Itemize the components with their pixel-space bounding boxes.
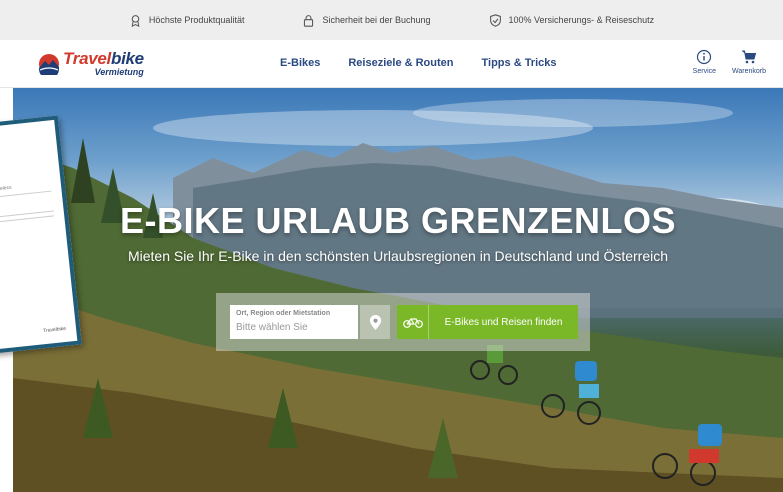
locate-button[interactable]: [360, 305, 390, 339]
cart-label: Warenkorb: [732, 68, 766, 75]
trust-item-security: Sicherheit bei der Buchung: [302, 14, 431, 27]
search-panel: Ort, Region oder Mietstation E-Bikes und…: [216, 293, 590, 351]
trust-label-insurance: 100% Versicherungs- & Reiseschutz: [508, 15, 655, 25]
brochure-divider: [0, 215, 55, 223]
main-nav: E-Bikes Reiseziele & Routen Tipps & Tric…: [280, 57, 557, 69]
cart-icon: [742, 50, 757, 64]
location-input[interactable]: [236, 322, 352, 333]
nav-reiseziele-routen[interactable]: Reiseziele & Routen: [348, 57, 453, 69]
find-ebikes-label: E-Bikes und Reisen finden: [444, 316, 563, 328]
travelbike-logo[interactable]: Travelbike Vermietung: [38, 50, 144, 77]
medal-icon: [131, 14, 140, 27]
logo-text-travel: Travel: [63, 49, 111, 68]
hero-subtitle: Mieten Sie Ihr E-Bike in den schönsten U…: [127, 248, 669, 264]
nav-ebikes[interactable]: E-Bikes: [280, 57, 320, 69]
trust-item-quality: Höchste Produktqualität: [129, 14, 245, 27]
logo-text-bike: bike: [110, 49, 144, 68]
brochure-divider: [0, 190, 52, 198]
logo-subtitle: Vermietung: [94, 67, 144, 77]
trust-item-insurance: 100% Versicherungs- & Reiseschutz: [489, 13, 655, 27]
location-field-label: Ort, Region oder Mietstation: [236, 310, 331, 317]
mountain-logo-icon: [39, 53, 59, 75]
location-field[interactable]: Ort, Region oder Mietstation: [230, 305, 358, 339]
info-icon: [697, 49, 712, 65]
map-pin-icon: [369, 314, 381, 330]
mountain-landscape-image: [13, 99, 783, 492]
service-label: Service: [692, 68, 717, 75]
trust-label-quality: Höchste Produktqualität: [148, 15, 245, 25]
find-ebikes-button[interactable]: E-Bikes und Reisen finden: [397, 305, 578, 339]
hero-section: E-BIKE URLAUB GRENZENLOS Mieten Sie Ihr …: [13, 88, 783, 492]
service-button[interactable]: Service: [693, 49, 716, 75]
site-header: Travelbike Vermietung E-Bikes Reiseziele…: [0, 40, 783, 88]
brochure-footer: Travelbike: [42, 325, 67, 335]
hero-title: E-BIKE URLAUB GRENZENLOS: [119, 200, 676, 241]
brochure-heading: Pedelecs: [0, 184, 12, 193]
header-actions: Service Warenkorb: [693, 49, 766, 75]
cart-button[interactable]: Warenkorb: [732, 49, 766, 75]
trust-label-security: Sicherheit bei der Buchung: [322, 15, 431, 25]
bicycle-icon: [397, 305, 429, 339]
lock-icon: [304, 14, 314, 27]
shield-check-icon: [489, 13, 501, 27]
nav-tipps-tricks[interactable]: Tipps & Tricks: [482, 57, 557, 69]
trust-bar: Höchste Produktqualität Sicherheit bei d…: [0, 0, 783, 40]
